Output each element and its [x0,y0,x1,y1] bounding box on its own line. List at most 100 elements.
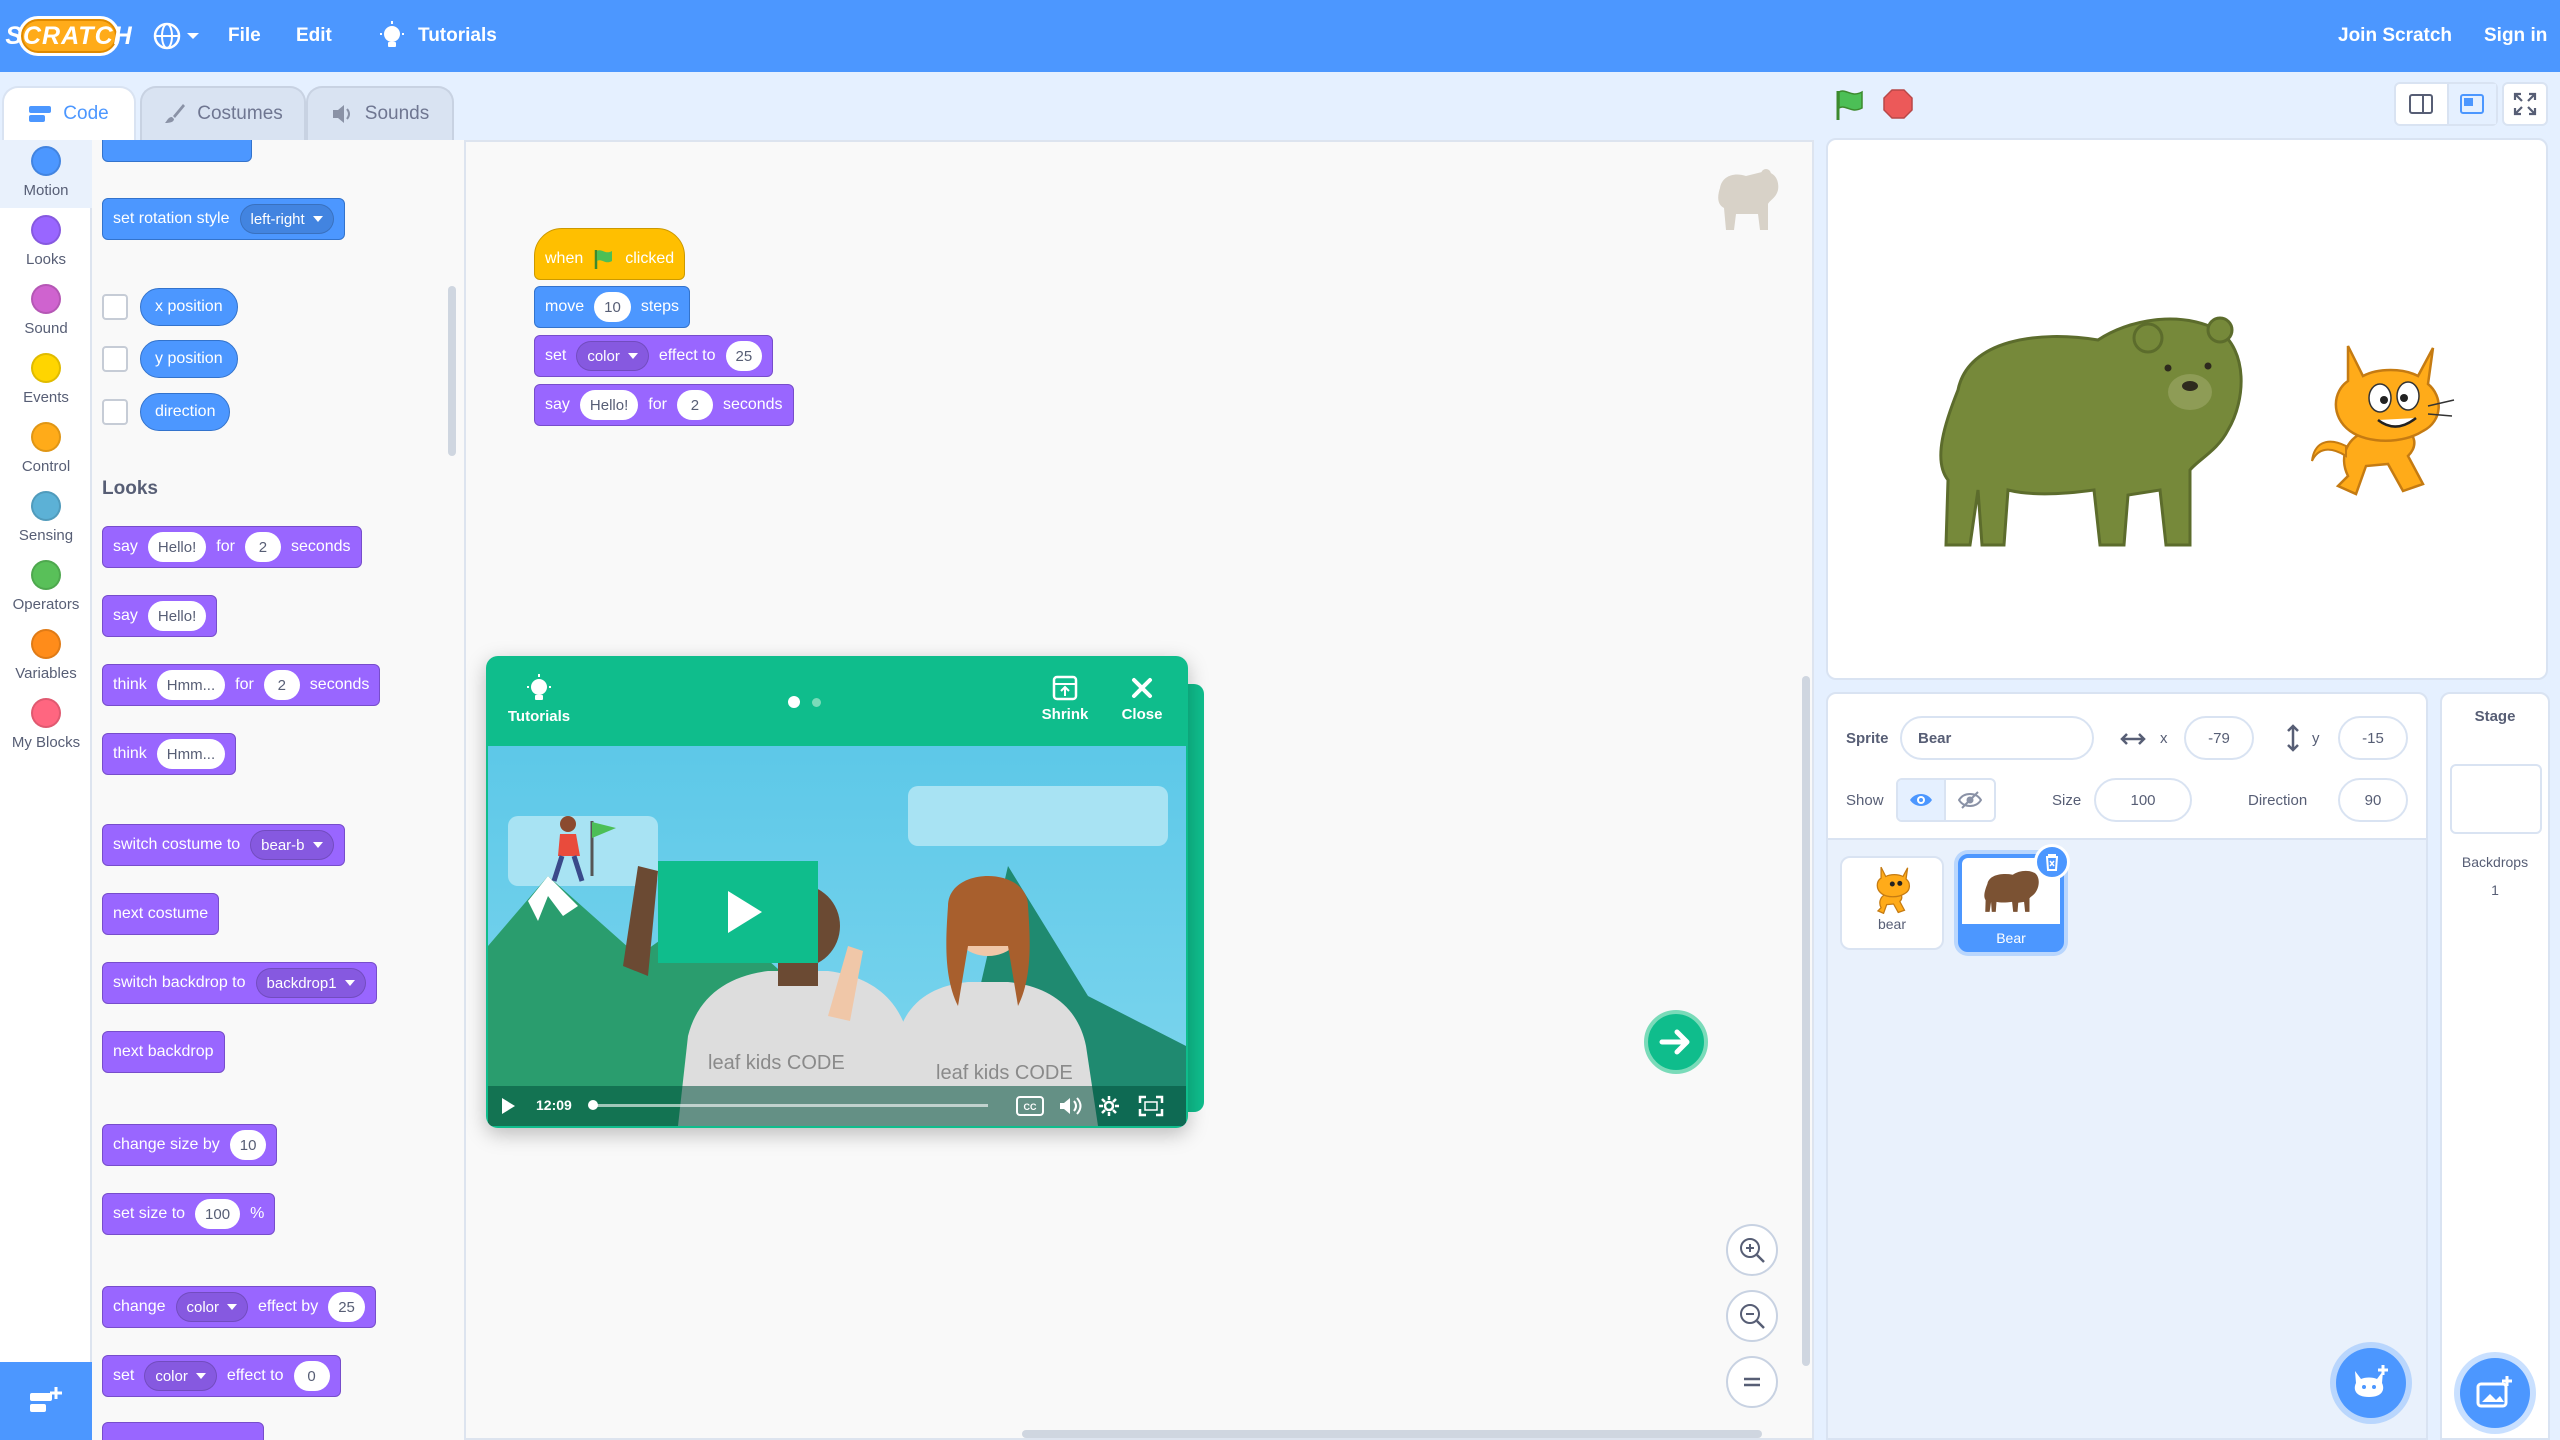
backdrop-thumbnail[interactable] [2450,764,2542,834]
tutorials-library-button[interactable]: Tutorials [504,674,574,725]
choose-backdrop-button[interactable] [2460,1358,2530,1428]
category-variables[interactable]: Variables [0,623,92,691]
block-say-script[interactable]: say Hello! for 2 seconds [534,384,794,426]
workspace-horizontal-scrollbar[interactable] [1022,1430,1762,1438]
x-input[interactable]: -79 [2184,716,2254,760]
choose-sprite-button[interactable] [2336,1348,2406,1418]
category-motion[interactable]: Motion [0,140,92,208]
block-move-steps[interactable]: move 10 steps [534,286,691,328]
costume-dropdown[interactable]: bear-b [250,830,334,860]
scratch-logo[interactable]: SCRATCH [5,16,132,56]
bear-sprite[interactable] [1928,300,2248,560]
block-think-for-seconds[interactable]: think Hmm... for 2 seconds [102,664,381,706]
video-progress-track[interactable] [590,1104,988,1107]
sign-in-link[interactable]: Sign in [2484,0,2547,72]
block-say-for-seconds[interactable]: say Hello! for 2 seconds [102,526,362,568]
backdrop-dropdown[interactable]: backdrop1 [255,968,366,998]
block-switch-backdrop[interactable]: switch backdrop to backdrop1 [102,962,377,1004]
reporter-y-position[interactable]: y position [140,340,238,378]
show-sprite-button[interactable] [1898,780,1947,820]
size-input[interactable]: 10 [229,1130,267,1160]
reporter-x-position[interactable]: x position [140,288,238,326]
effect-dropdown[interactable]: color [175,1292,249,1322]
category-sensing[interactable]: Sensing [0,485,92,553]
block-next-backdrop[interactable]: next backdrop [102,1031,225,1073]
shrink-button[interactable]: Shrink [1034,674,1096,723]
stage-selector[interactable]: Stage Backdrops 1 [2440,692,2550,1440]
fullscreen-icon[interactable] [1138,1095,1164,1117]
edit-menu[interactable]: Edit [296,0,332,72]
small-stage-button[interactable] [2396,84,2447,124]
size-input[interactable]: 100 [2094,778,2192,822]
reporter-direction[interactable]: direction [140,393,231,431]
y-input[interactable]: -15 [2338,716,2408,760]
seconds-input[interactable]: 2 [244,532,281,562]
green-flag-button[interactable] [1834,88,1866,122]
block-say[interactable]: say Hello! [102,595,218,637]
fullscreen-button[interactable] [2502,82,2548,126]
message-input[interactable]: Hello! [147,532,207,562]
file-menu[interactable]: File [228,0,261,72]
tab-costumes[interactable]: Costumes [140,86,306,140]
language-menu[interactable] [152,0,200,72]
effect-dropdown[interactable]: color [144,1361,217,1391]
effect-input[interactable]: 25 [725,341,763,371]
block-set-effect[interactable]: set color effect to 0 [102,1355,341,1397]
zoom-out-button[interactable] [1726,1290,1778,1342]
settings-gear-icon[interactable] [1098,1095,1120,1117]
block-next-costume[interactable]: next costume [102,893,220,935]
tutorials-menu[interactable]: Tutorials [378,0,497,72]
effect-dropdown[interactable]: color [576,341,649,371]
zoom-reset-button[interactable] [1726,1356,1778,1408]
tutorial-video[interactable]: leaf kids CODE leaf kids CODE 12:09 CC [488,746,1186,1126]
delete-sprite-button[interactable] [2034,844,2070,880]
block-think[interactable]: think Hmm... [102,733,237,775]
close-button[interactable]: Close [1114,674,1170,723]
category-sound[interactable]: Sound [0,278,92,346]
step-dot[interactable] [812,698,821,707]
block-switch-costume[interactable]: switch costume to bear-b [102,824,345,866]
add-extension-button[interactable] [0,1362,92,1440]
block-partial-looks[interactable] [102,1422,264,1440]
volume-icon[interactable] [1058,1096,1084,1116]
palette-scrollbar[interactable] [448,286,456,456]
step-dot-active[interactable] [788,696,800,708]
message-input[interactable]: Hmm... [156,670,226,700]
block-partial-motion[interactable] [102,140,252,162]
tutorial-next-button[interactable] [1644,1010,1708,1074]
steps-input[interactable]: 10 [594,292,631,322]
stop-button[interactable] [1882,88,1914,120]
zoom-in-button[interactable] [1726,1224,1778,1276]
block-change-size[interactable]: change size by 10 [102,1124,278,1166]
category-operators[interactable]: Operators [0,554,92,622]
hide-sprite-button[interactable] [1946,780,1994,820]
captions-icon[interactable]: CC [1016,1096,1044,1116]
message-input[interactable]: Hello! [147,601,207,631]
category-looks[interactable]: Looks [0,209,92,277]
block-set-size[interactable]: set size to 100 % [102,1193,276,1235]
block-set-rotation-style[interactable]: set rotation style left-right [102,198,345,240]
size-input[interactable]: 100 [195,1199,241,1229]
block-when-flag-clicked[interactable]: when clicked [534,228,686,280]
reporter-checkbox-x[interactable] [102,294,128,320]
seconds-input[interactable]: 2 [263,670,300,700]
effect-input[interactable]: 0 [293,1361,330,1391]
large-stage-button[interactable] [2446,84,2496,124]
tab-sounds[interactable]: Sounds [306,86,454,140]
reporter-checkbox-direction[interactable] [102,399,128,425]
play-icon[interactable] [500,1097,516,1115]
stage-canvas[interactable] [1826,138,2548,680]
video-progress-handle[interactable] [588,1100,598,1110]
message-input[interactable]: Hmm... [156,739,226,769]
sprite-tile-bear[interactable]: bear [1840,856,1944,950]
category-events[interactable]: Events [0,347,92,415]
category-control[interactable]: Control [0,416,92,484]
seconds-input[interactable]: 2 [676,390,713,420]
cat-sprite[interactable] [2308,336,2458,496]
rotation-style-dropdown[interactable]: left-right [239,204,334,234]
message-input[interactable]: Hello! [579,390,639,420]
block-change-effect[interactable]: change color effect by 25 [102,1286,376,1328]
sprite-name-input[interactable]: Bear [1900,716,2094,760]
effect-input[interactable]: 25 [328,1292,365,1322]
category-my-blocks[interactable]: My Blocks [0,692,92,760]
